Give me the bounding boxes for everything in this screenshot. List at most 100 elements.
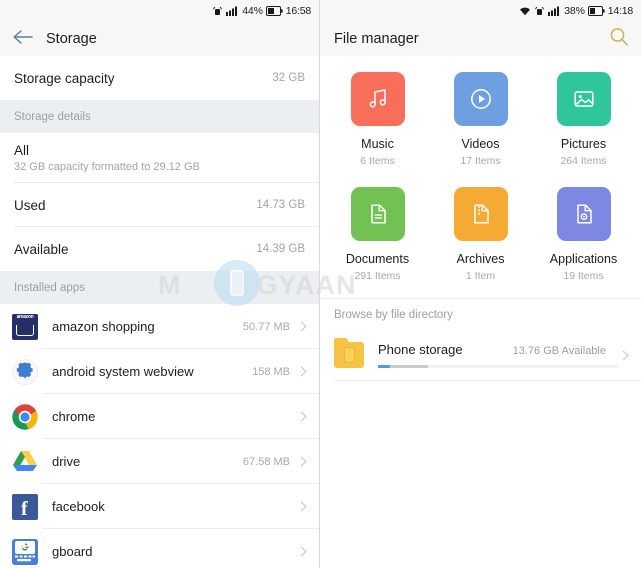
hotspot-icon	[534, 6, 545, 16]
row-available[interactable]: Available 14.39 GB	[0, 227, 319, 271]
category-name: Music	[361, 137, 394, 151]
category-tile-pictures[interactable]: Pictures 264 Items	[532, 66, 635, 175]
category-name: Applications	[549, 252, 618, 266]
available-label: Available	[14, 241, 69, 257]
row-all[interactable]: All 32 GB capacity formatted to 29.12 GB	[0, 133, 319, 183]
chevron-right-icon	[296, 546, 307, 557]
section-storage-details: Storage details	[0, 100, 319, 133]
page-title: Storage	[46, 31, 97, 47]
app-size: 50.77 MB	[242, 320, 290, 333]
app-list-item[interactable]: gboard	[0, 529, 319, 568]
category-grid: Music 6 Items Videos 17 Items Pictures 2…	[320, 56, 641, 290]
section-installed-apps: Installed apps	[0, 271, 319, 304]
amazon-icon: amazon	[12, 313, 38, 340]
facebook-icon: f	[12, 493, 38, 520]
divider	[334, 380, 641, 381]
chevron-right-icon	[296, 366, 307, 377]
category-tile-documents[interactable]: Documents 291 Items	[326, 181, 429, 290]
status-bar-left: 44% 16:58	[0, 0, 319, 22]
category-tile-applications[interactable]: Applications 19 Items	[532, 181, 635, 290]
file-manager-screen: 38% 14:18 File manager Music 6 Items Vid…	[320, 0, 641, 568]
search-icon	[609, 28, 629, 51]
gboard-icon	[12, 538, 38, 565]
all-subtitle: 32 GB capacity formatted to 29.12 GB	[14, 161, 200, 173]
category-tile-music[interactable]: Music 6 Items	[326, 66, 429, 175]
category-name: Videos	[461, 137, 500, 151]
chevron-right-icon	[296, 321, 307, 332]
signal-icon	[548, 6, 561, 16]
battery-percent-label: 38%	[564, 5, 585, 17]
used-label: Used	[14, 197, 46, 213]
chevron-right-icon	[296, 411, 307, 422]
apk-file-icon	[556, 187, 611, 241]
chevron-right-icon	[296, 456, 307, 467]
app-name: drive	[52, 454, 81, 469]
phone-storage-row[interactable]: Phone storage 13.76 GB Available	[320, 329, 641, 381]
screenshot-root: 44% 16:58 Storage Storage capacity 32 GB…	[0, 0, 641, 568]
wifi-icon	[519, 6, 531, 16]
row-used[interactable]: Used 14.73 GB	[0, 183, 319, 227]
battery-percent-label: 44%	[242, 5, 263, 17]
archive-icon	[453, 187, 508, 241]
category-count: 17 Items	[460, 155, 501, 167]
clock-label: 14:18	[607, 5, 633, 17]
chevron-right-icon	[296, 501, 307, 512]
document-icon	[350, 187, 405, 241]
app-size: 67.58 MB	[242, 455, 290, 468]
storage-progress-bar	[378, 365, 618, 368]
category-tile-videos[interactable]: Videos 17 Items	[429, 66, 532, 175]
back-arrow-icon	[12, 29, 34, 50]
row-storage-capacity[interactable]: Storage capacity 32 GB	[0, 56, 319, 100]
app-bar-file-manager: File manager	[320, 22, 641, 56]
browse-label: Browse by file directory	[334, 309, 453, 321]
category-count: 19 Items	[563, 270, 604, 282]
category-name: Archives	[456, 252, 505, 266]
app-size: 158 MB	[252, 365, 290, 378]
app-list-item[interactable]: chrome	[0, 394, 319, 439]
phone-storage-available: 13.76 GB Available	[512, 345, 606, 357]
phone-storage-name: Phone storage	[378, 342, 463, 357]
chevron-right-icon	[618, 350, 629, 360]
used-value: 14.73 GB	[256, 199, 305, 211]
browse-section-header: Browse by file directory	[320, 298, 641, 329]
app-list-item[interactable]: drive 67.58 MB	[0, 439, 319, 484]
storage-screen: 44% 16:58 Storage Storage capacity 32 GB…	[0, 0, 320, 568]
category-name: Documents	[345, 252, 410, 266]
category-count: 6 Items	[360, 155, 395, 167]
app-list-item[interactable]: android system webview 158 MB	[0, 349, 319, 394]
battery-icon	[265, 6, 283, 16]
app-list-item[interactable]: f facebook	[0, 484, 319, 529]
signal-icon	[226, 6, 239, 16]
folder-icon	[334, 338, 364, 368]
storage-details-label: Storage details	[14, 110, 91, 123]
category-name: Pictures	[560, 137, 607, 151]
search-button[interactable]	[609, 27, 629, 52]
battery-icon	[587, 6, 605, 16]
category-tile-archives[interactable]: Archives 1 Item	[429, 181, 532, 290]
app-bar-storage: Storage	[0, 22, 319, 56]
app-list-item[interactable]: amazon amazon shopping 50.77 MB	[0, 304, 319, 349]
music-note-icon	[350, 72, 405, 126]
phone-storage-info: Phone storage 13.76 GB Available	[378, 342, 618, 368]
storage-capacity-value: 32 GB	[272, 72, 305, 84]
status-bar-right: 38% 14:18	[320, 0, 641, 22]
category-count: 1 Item	[465, 270, 496, 282]
all-label: All	[14, 143, 30, 158]
page-title: File manager	[334, 31, 419, 47]
hotspot-icon	[212, 6, 223, 16]
drive-icon	[12, 449, 38, 475]
clock-label: 16:58	[285, 5, 311, 17]
app-name: amazon shopping	[52, 319, 155, 334]
app-name: gboard	[52, 544, 93, 559]
back-button[interactable]	[0, 29, 46, 50]
image-icon	[556, 72, 611, 126]
storage-capacity-label: Storage capacity	[14, 70, 115, 86]
storage-progress-used	[378, 365, 390, 368]
gear-icon	[12, 358, 38, 385]
play-circle-icon	[453, 72, 508, 126]
app-name: android system webview	[52, 364, 194, 379]
app-name: chrome	[52, 409, 96, 424]
category-count: 264 Items	[560, 155, 607, 167]
category-count: 291 Items	[354, 270, 401, 282]
app-name: facebook	[52, 499, 105, 514]
